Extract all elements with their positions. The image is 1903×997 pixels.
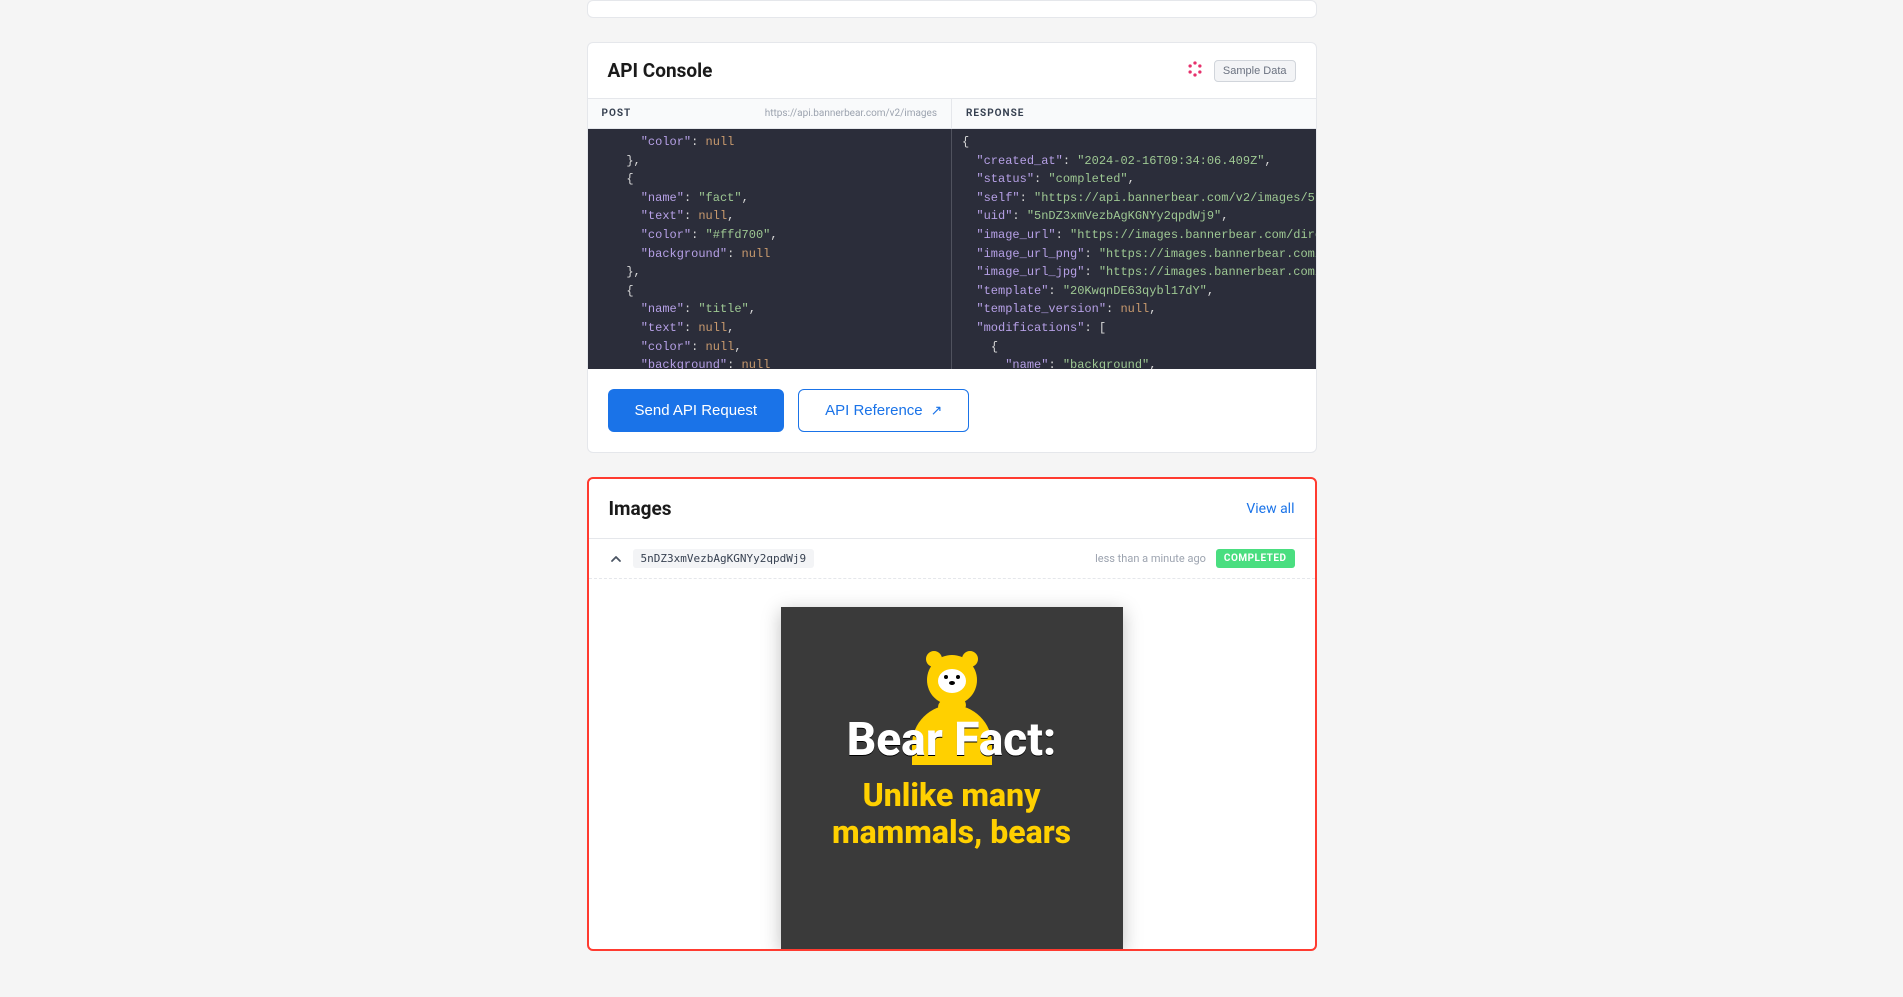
image-uid: 5nDZ3xmVezbAgKGNYy2qpdWj9 (633, 549, 815, 568)
image-time: less than a minute ago (1095, 552, 1206, 565)
preview-fact: Unlike many mammals, bears (781, 777, 1123, 851)
response-body-pane[interactable]: { "created_at": "2024-02-16T09:34:06.409… (952, 129, 1316, 369)
api-reference-button[interactable]: API Reference↗ (798, 389, 969, 432)
code-panes: "color": null }, { "name": "fact", "text… (588, 129, 1316, 369)
response-label: RESPONSE (966, 108, 1024, 119)
post-url: https://api.bannerbear.com/v2/images (765, 108, 937, 119)
sample-data-button[interactable]: Sample Data (1214, 60, 1296, 82)
images-card: Images View all 5nDZ3xmVezbAgKGNYy2qpdWj… (587, 477, 1317, 951)
api-console-title: API Console (608, 59, 713, 82)
post-header: POST https://api.bannerbear.com/v2/image… (588, 99, 953, 128)
view-all-link[interactable]: View all (1246, 501, 1294, 517)
images-title: Images (609, 497, 672, 520)
preview-title: Bear Fact: (781, 713, 1123, 767)
status-badge: COMPLETED (1216, 549, 1295, 568)
chevron-up-icon[interactable] (609, 552, 623, 566)
image-preview-wrap: Bear Fact: Unlike many mammals, bears (589, 579, 1315, 949)
previous-card-bottom (587, 0, 1317, 18)
api-console-card: API Console Sample Data POST https://api… (587, 42, 1317, 453)
image-row[interactable]: 5nDZ3xmVezbAgKGNYy2qpdWj9 less than a mi… (589, 539, 1315, 579)
image-preview[interactable]: Bear Fact: Unlike many mammals, bears (781, 607, 1123, 949)
pinwheel-icon (1186, 60, 1204, 82)
external-arrow-icon: ↗ (931, 402, 943, 419)
send-api-request-button[interactable]: Send API Request (608, 389, 785, 432)
post-body-pane[interactable]: "color": null }, { "name": "fact", "text… (588, 129, 953, 369)
post-label: POST (602, 108, 632, 119)
response-header: RESPONSE (952, 99, 1316, 128)
